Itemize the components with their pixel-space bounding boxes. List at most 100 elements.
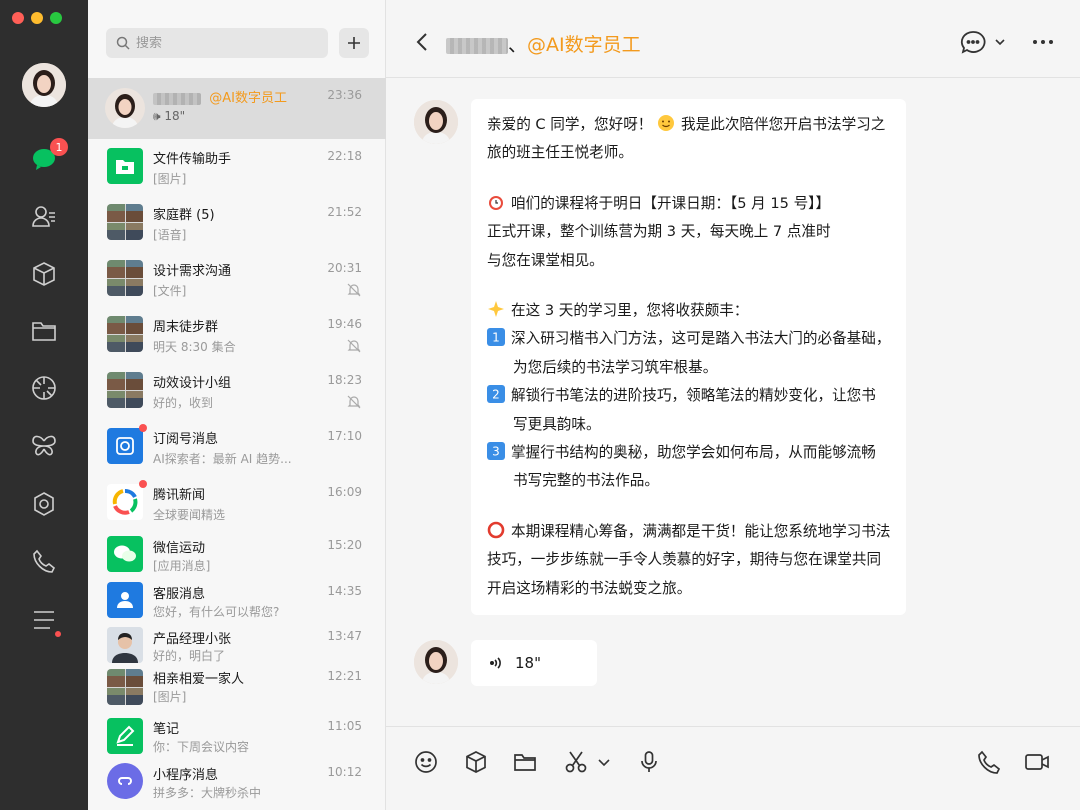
conversation-name: 客服消息	[153, 587, 206, 602]
contacts-icon[interactable]	[28, 200, 60, 232]
conversation-item[interactable]: 设计需求沟通 [文件] 20:31	[88, 251, 386, 307]
moments-icon[interactable]	[28, 372, 60, 404]
chat-panel: 、@AI数字员工 亲爱的 C 同学，您好呀！ 我是此次陪伴您开启书法学习之 旅的…	[386, 0, 1080, 810]
message-line: 旅的班主任王悦老师。	[487, 144, 633, 162]
zoom-window-button[interactable]	[50, 12, 62, 24]
message-line: 技巧，一步步练就一手令人羡慕的好字，期待与您在课堂共同	[487, 551, 882, 569]
conversation-item[interactable]: 产品经理小张 好的，明白了 13:47	[88, 622, 386, 666]
menu-notification-dot	[55, 631, 61, 637]
conversation-item[interactable]: 订阅号消息 AI探索者：最新 AI 趋势... 17:10	[88, 419, 386, 475]
conversation-item[interactable]: 腾讯新闻 全球要闻精选 16:09	[88, 475, 386, 531]
chat-bubble-icon[interactable]	[960, 30, 986, 56]
chevron-down-icon[interactable]	[994, 36, 1006, 48]
unread-badge: 1	[50, 138, 68, 156]
conversation-time: 19:46	[327, 317, 362, 331]
chevron-down-icon[interactable]	[597, 749, 611, 775]
conversation-name: @AI数字员工	[153, 87, 287, 106]
emoji-icon[interactable]	[413, 749, 439, 775]
folder-icon[interactable]	[512, 749, 538, 775]
minimize-window-button[interactable]	[31, 12, 43, 24]
conversation-name: 相亲相爱一家人	[153, 672, 245, 687]
add-chat-button[interactable]	[339, 28, 369, 58]
svg-text:1: 1	[492, 331, 500, 345]
conversation-name: 文件传输助手	[153, 152, 232, 167]
group-avatar	[107, 372, 143, 408]
avatar	[107, 627, 143, 663]
conversation-item[interactable]: 客服消息 您好，有什么可以帮您? 14:35	[88, 577, 386, 622]
conversation-item[interactable]: 笔记 你：下周会议内容 11:05	[88, 711, 386, 757]
notes-icon	[107, 718, 143, 754]
microphone-icon[interactable]	[636, 749, 662, 775]
svg-text:3: 3	[492, 445, 500, 459]
my-avatar[interactable]	[22, 63, 66, 107]
conversation-preview: 🕪 18"	[153, 109, 186, 123]
message-line: 在这 3 天的学习里，您将收获颇丰：	[511, 302, 749, 320]
sparkle-star-icon	[488, 301, 504, 318]
message-line: 开启这场精彩的书法蜕变之旅。	[487, 579, 692, 597]
subscription-icon	[107, 428, 143, 464]
mute-bell-icon	[347, 395, 361, 409]
message-line: 写更具韵味。	[513, 415, 601, 433]
red-circle-icon	[487, 521, 505, 539]
svg-text:2: 2	[492, 388, 500, 402]
conversation-preview: 好的，收到	[153, 396, 214, 410]
cube-icon[interactable]	[463, 749, 489, 775]
conversation-name: 小程序消息	[153, 768, 219, 783]
conversation-item[interactable]: 小程序消息 拼多多：大牌秒杀中 10:12	[88, 757, 386, 803]
video-call-icon[interactable]	[1024, 749, 1050, 775]
more-icon[interactable]	[1031, 32, 1055, 52]
voice-message[interactable]: 18"	[471, 640, 597, 686]
conversation-preview: 拼多多：大牌秒杀中	[153, 786, 262, 800]
conversation-item[interactable]: 家庭群 (5) [语音] 21:52	[88, 195, 386, 251]
conversation-item[interactable]: 微信运动 [应用消息] 15:20	[88, 531, 386, 577]
conversation-time: 10:12	[327, 765, 362, 779]
voice-call-icon[interactable]	[976, 749, 1002, 775]
mute-bell-icon	[347, 339, 361, 353]
number-one-keycap-icon: 1	[487, 328, 505, 347]
conversation-name: 周末徒步群	[153, 320, 219, 335]
conversation-name: 腾讯新闻	[153, 488, 206, 503]
conversation-time: 17:10	[327, 429, 362, 443]
conversation-time: 14:35	[327, 584, 362, 598]
search-box[interactable]	[106, 28, 328, 58]
phone-icon[interactable]	[28, 545, 60, 577]
group-avatar	[107, 669, 143, 705]
message-line: 为您后续的书法学习筑牢根基。	[513, 358, 718, 376]
conversation-item[interactable]: 动效设计小组 好的，收到 18:23	[88, 363, 386, 419]
unread-dot	[139, 480, 147, 488]
file-transfer-icon	[107, 148, 143, 184]
conversation-time: 21:52	[327, 205, 362, 219]
chat-title: 、@AI数字员工	[446, 30, 641, 57]
close-window-button[interactable]	[12, 12, 24, 24]
message-line: 正式开课，整个训练营为期 3 天，每天晚上 7 点准时	[487, 223, 831, 241]
conversation-preview: 你：下周会议内容	[153, 740, 250, 754]
conversation-name: 动效设计小组	[153, 376, 232, 391]
conversation-preview: AI探索者：最新 AI 趋势...	[153, 452, 292, 466]
smile-emoji-icon	[658, 115, 675, 131]
cube-icon[interactable]	[28, 258, 60, 290]
back-arrow-icon[interactable]	[412, 30, 432, 54]
message-bubble[interactable]: 亲爱的 C 同学，您好呀！ 我是此次陪伴您开启书法学习之 旅的班主任王悦老师。 …	[471, 99, 907, 616]
message-line: 解锁行书笔法的进阶技巧，领略笔法的精妙变化，让您书	[511, 387, 876, 405]
search-input[interactable]	[136, 35, 316, 51]
conversation-preview: [语音]	[153, 228, 187, 242]
conversation-preview: 明天 8:30 集合	[153, 340, 236, 354]
sender-avatar[interactable]	[414, 100, 458, 144]
conversation-item[interactable]: 周末徒步群 明天 8:30 集合 19:46	[88, 307, 386, 363]
folder-icon[interactable]	[28, 315, 60, 347]
conversation-list: @AI数字员工 🕪 18" 23:36 文件传输助手 [图片] 22:18 家庭…	[88, 0, 386, 810]
conversation-item[interactable]: 文件传输助手 [图片] 22:18	[88, 139, 386, 195]
conversation-name: 订阅号消息	[153, 432, 219, 447]
conversation-preview: 好的，明白了	[153, 649, 226, 663]
conversation-preview: [应用消息]	[153, 559, 211, 573]
conversation-item[interactable]: @AI数字员工 🕪 18" 23:36	[88, 78, 386, 139]
group-avatar	[107, 316, 143, 352]
sender-avatar[interactable]	[414, 640, 458, 684]
message-line: 掌握行书结构的奥秘，助您学会如何布局，从而能够流畅	[511, 444, 876, 462]
group-avatar	[107, 204, 143, 240]
settings-icon[interactable]	[28, 488, 60, 520]
conversation-item[interactable]: 相亲相爱一家人 [图片] 12:21	[88, 666, 386, 711]
butterfly-icon[interactable]	[28, 430, 60, 462]
conversation-name: 微信运动	[153, 541, 206, 556]
scissors-icon[interactable]	[563, 749, 589, 775]
